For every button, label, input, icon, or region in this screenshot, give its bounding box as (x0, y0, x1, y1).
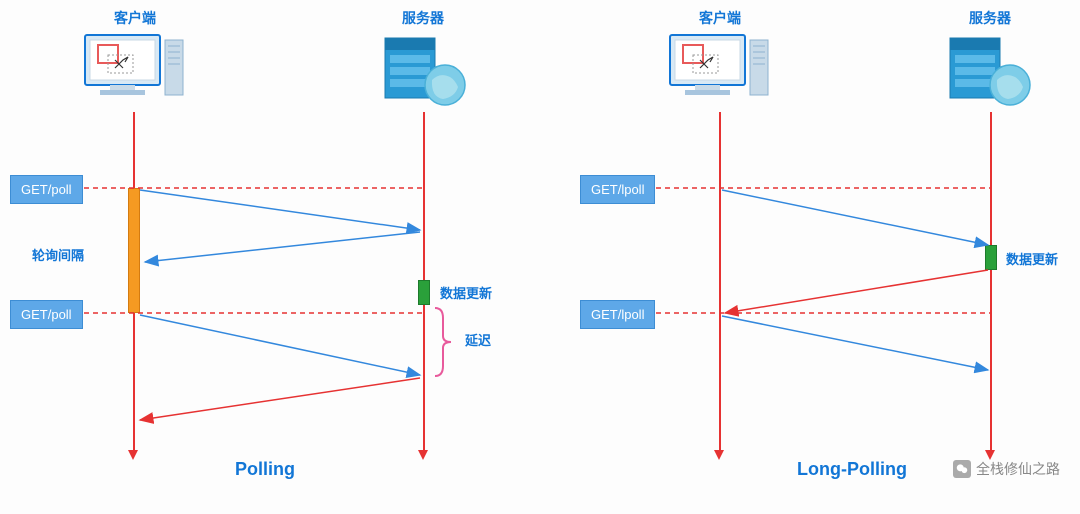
wechat-icon (953, 460, 971, 478)
polling-diagram: 客户端 服务器 GET/poll GET/poll 轮询间隔 数据更新 延迟 (0, 0, 540, 500)
long-polling-arrows (560, 0, 1080, 500)
watermark: 全栈修仙之路 (953, 459, 1060, 479)
long-polling-title: Long-Polling (797, 459, 907, 480)
long-polling-diagram: 客户端 服务器 GET/lpoll GET/lpoll 数据更新 (560, 0, 1060, 500)
polling-title: Polling (235, 459, 295, 480)
watermark-text: 全栈修仙之路 (976, 459, 1060, 479)
polling-arrows (0, 0, 540, 500)
